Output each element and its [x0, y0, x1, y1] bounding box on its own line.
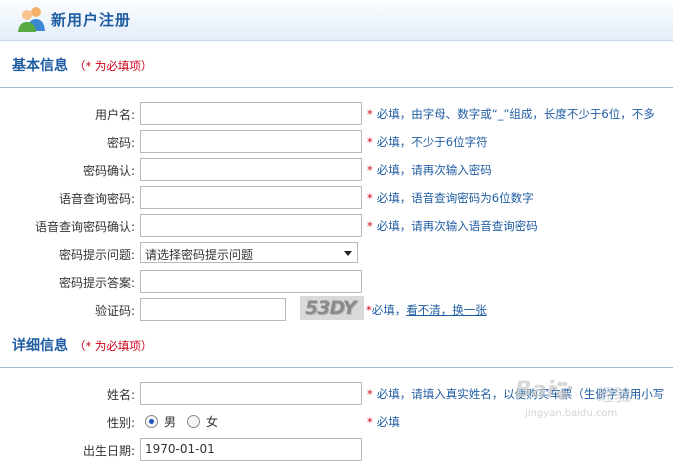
password-confirm-label: 密码确认: — [82, 164, 135, 178]
password-row: 密码: * 必填，不少于6位字符 — [0, 129, 673, 155]
password-hint: * 必填，不少于6位字符 — [367, 134, 488, 150]
username-input[interactable] — [140, 102, 362, 125]
password-label: 密码: — [106, 136, 135, 150]
section-divider — [0, 87, 673, 88]
voice-password-confirm-row: 语音查询密码确认: * 必填，请再次输入语音查询密码 — [0, 213, 673, 239]
security-question-value: 请选择密码提示问题 — [145, 248, 254, 262]
username-hint: * 必填，由字母、数字或“_”组成，长度不少于6位，不多 — [367, 106, 655, 122]
required-star: * — [367, 387, 373, 401]
required-star: * — [367, 163, 373, 177]
voice-password-label: 语音查询密码: — [58, 192, 135, 206]
required-star: * — [367, 191, 373, 205]
captcha-label: 验证码: — [94, 304, 135, 318]
basic-info-required-note: （* 为必填项） — [74, 59, 153, 73]
password-confirm-input[interactable] — [140, 158, 362, 181]
page-title: 新用户注册 — [51, 11, 132, 29]
captcha-row: 验证码: 53DY *必填，看不清，换一张 — [0, 296, 673, 323]
captcha-code: 53DY — [305, 297, 356, 319]
captcha-hint: *必填，看不清，换一张 — [366, 302, 487, 318]
birthdate-label: 出生日期: — [82, 444, 135, 458]
captcha-image[interactable]: 53DY — [300, 296, 364, 320]
chevron-down-icon[interactable] — [344, 251, 352, 256]
security-question-select[interactable]: 请选择密码提示问题 — [140, 242, 358, 263]
basic-info-title: 基本信息 — [12, 58, 68, 74]
page-header: 新用户注册 — [0, 0, 673, 41]
voice-password-confirm-hint: * 必填，请再次输入语音查询密码 — [367, 218, 538, 234]
detail-info-heading: 详细信息 （* 为必填项） — [12, 336, 152, 356]
name-hint-text: 必填，请填入真实姓名，以便购买车票（生僻字请用小写 — [376, 387, 665, 401]
gender-female-radio[interactable] — [187, 415, 200, 428]
voice-password-input[interactable] — [140, 186, 362, 209]
detail-info-title: 详细信息 — [12, 338, 68, 354]
gender-hint-text: 必填 — [376, 415, 400, 429]
security-question-label: 密码提示问题: — [58, 248, 135, 262]
voice-password-row: 语音查询密码: * 必填，语音查询密码为6位数字 — [0, 185, 673, 211]
birthdate-row: 出生日期: 1970-01-01 — [0, 437, 673, 463]
captcha-required-text: 必填， — [371, 303, 407, 317]
users-icon — [18, 7, 45, 32]
password-confirm-hint-text: 必填，请再次输入密码 — [376, 163, 492, 177]
password-hint-text: 必填，不少于6位字符 — [376, 135, 488, 149]
password-input[interactable] — [140, 130, 362, 153]
name-row: 姓名: * 必填，请填入真实姓名，以便购买车票（生僻字请用小写 — [0, 381, 673, 407]
gender-label: 性别: — [106, 416, 135, 430]
gender-row: 性别: 男 女 * 必填 — [0, 409, 673, 435]
required-star: * — [367, 415, 373, 429]
security-answer-input[interactable] — [140, 270, 362, 293]
password-confirm-hint: * 必填，请再次输入密码 — [367, 162, 492, 178]
section-divider — [0, 367, 673, 368]
voice-password-confirm-input[interactable] — [140, 214, 362, 237]
gender-hint: * 必填 — [367, 414, 400, 430]
gender-female-label[interactable]: 女 — [206, 413, 218, 430]
detail-info-required-note: （* 为必填项） — [74, 339, 153, 353]
name-label: 姓名: — [106, 388, 135, 402]
voice-password-confirm-label: 语音查询密码确认: — [34, 220, 135, 234]
security-answer-label: 密码提示答案: — [58, 276, 135, 290]
voice-password-hint-text: 必填，语音查询密码为6位数字 — [376, 191, 534, 205]
security-question-row: 密码提示问题: 请选择密码提示问题 — [0, 241, 673, 267]
name-hint: * 必填，请填入真实姓名，以便购买车票（生僻字请用小写 — [367, 386, 664, 402]
captcha-refresh-link[interactable]: 看不清，换一张 — [406, 303, 487, 317]
gender-male-radio[interactable] — [145, 415, 158, 428]
voice-password-confirm-hint-text: 必填，请再次输入语音查询密码 — [376, 219, 538, 233]
username-row: 用户名: * 必填，由字母、数字或“_”组成，长度不少于6位，不多 — [0, 101, 673, 127]
security-answer-row: 密码提示答案: — [0, 269, 673, 295]
username-label: 用户名: — [94, 108, 135, 122]
basic-info-heading: 基本信息 （* 为必填项） — [12, 56, 152, 76]
password-confirm-row: 密码确认: * 必填，请再次输入密码 — [0, 157, 673, 183]
captcha-input[interactable] — [140, 298, 286, 321]
required-star: * — [367, 135, 373, 149]
name-input[interactable] — [140, 382, 362, 405]
voice-password-hint: * 必填，语音查询密码为6位数字 — [367, 190, 534, 206]
required-star: * — [367, 107, 373, 121]
required-star: * — [367, 219, 373, 233]
username-hint-text: 必填，由字母、数字或“_”组成，长度不少于6位，不多 — [376, 107, 655, 121]
gender-male-label[interactable]: 男 — [164, 413, 176, 430]
